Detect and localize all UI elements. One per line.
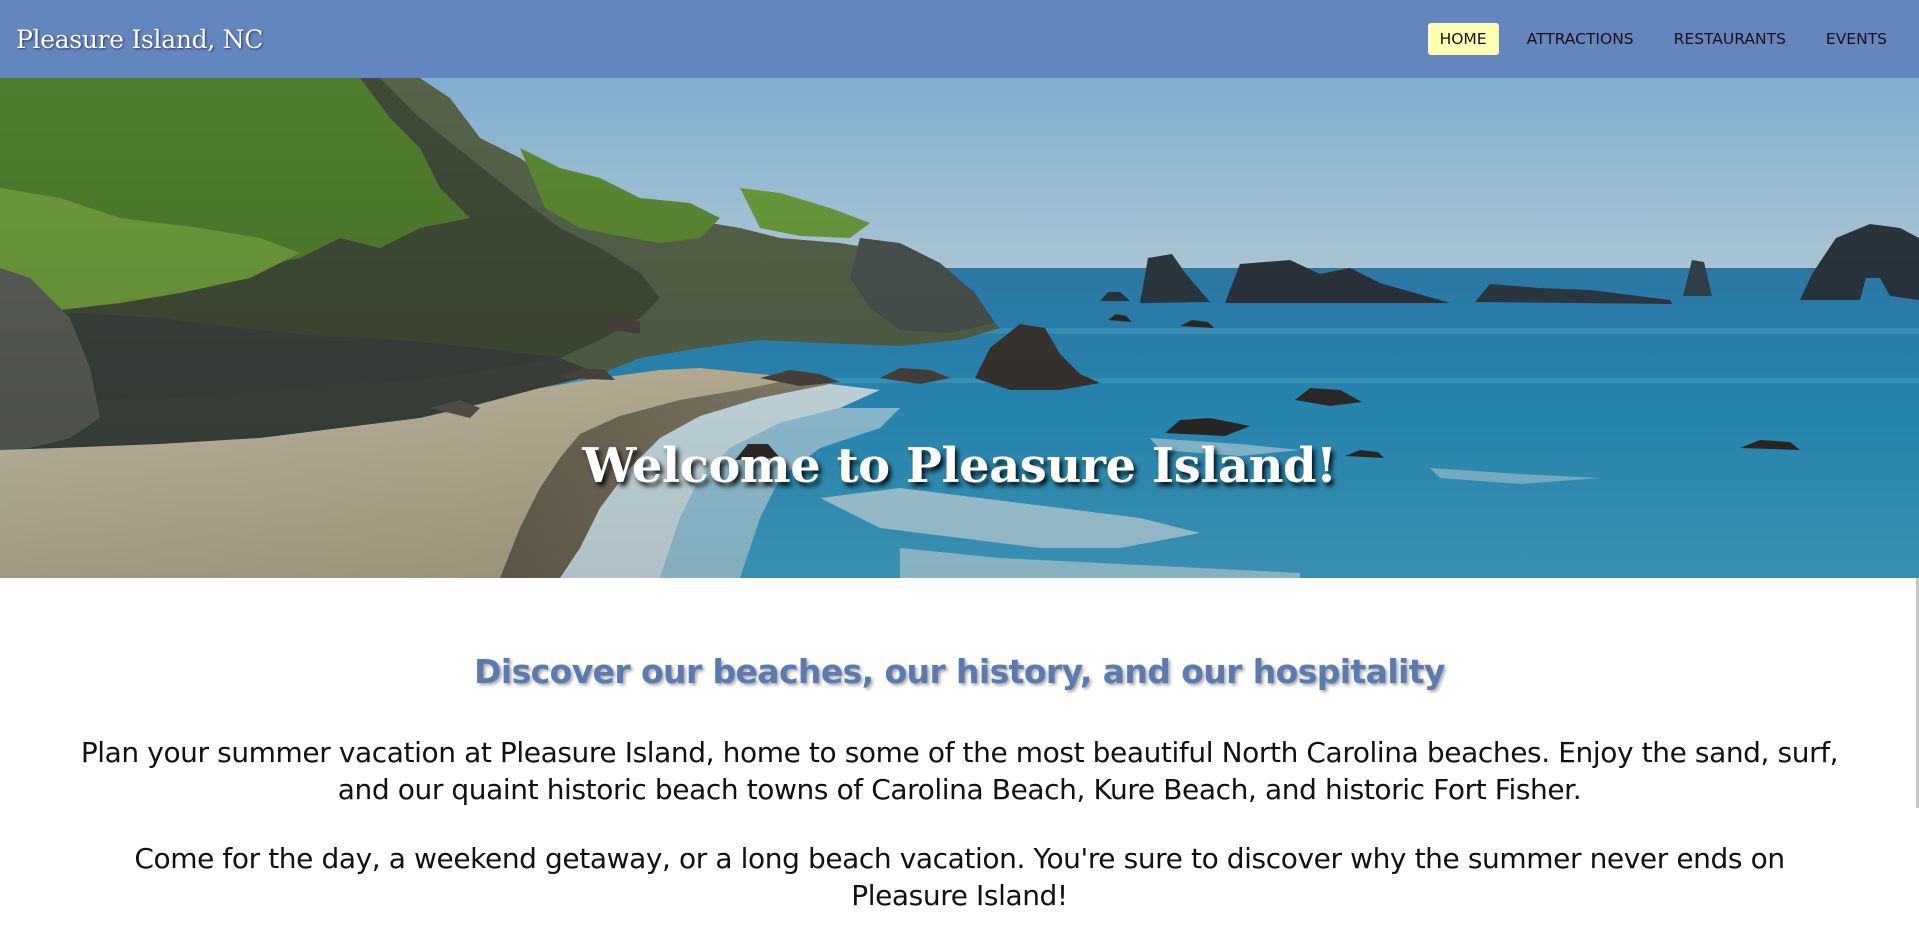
nav-restaurants-link[interactable]: RESTAURANTS xyxy=(1662,23,1798,55)
intro-paragraph: Plan your summer vacation at Pleasure Is… xyxy=(80,736,1839,806)
main-content: Discover our beaches, our history, and o… xyxy=(0,578,1919,914)
closing-paragraph: Come for the day, a weekend getaway, or … xyxy=(134,842,1785,912)
site-title[interactable]: Pleasure Island, NC xyxy=(16,25,263,54)
site-header: Pleasure Island, NC HOME ATTRACTIONS RES… xyxy=(0,0,1919,78)
hero-banner: Welcome to Pleasure Island! xyxy=(0,78,1919,578)
nav-events-link[interactable]: EVENTS xyxy=(1814,23,1899,55)
hero-beach-image xyxy=(0,78,1919,578)
section-subtitle: Discover our beaches, our history, and o… xyxy=(474,652,1445,691)
main-nav: HOME ATTRACTIONS RESTAURANTS EVENTS xyxy=(1427,23,1899,55)
nav-attractions-link[interactable]: ATTRACTIONS xyxy=(1515,23,1646,55)
nav-home-link[interactable]: HOME xyxy=(1427,23,1499,55)
hero-title: Welcome to Pleasure Island! xyxy=(582,438,1337,494)
